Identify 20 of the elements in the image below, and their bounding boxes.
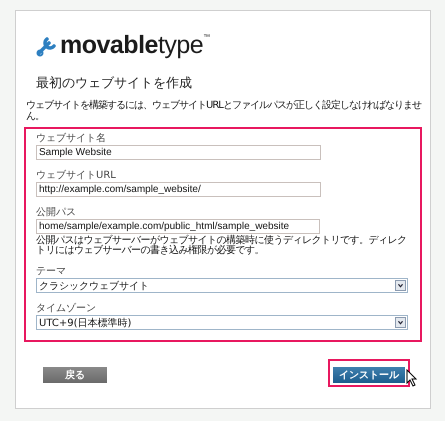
field-label: テーマ [36, 266, 67, 278]
caret-icon[interactable] [395, 280, 406, 291]
help-text: 公開パスはウェブサーバーがウェブサイトの構築時に使うディレクトリです。ディレクトリにはウェブサーバーの書き込み権限が必要です。 [36, 236, 408, 256]
back-button[interactable]: 戻る [43, 367, 107, 383]
input-field[interactable]: http://example.com/sample_website/ [36, 182, 321, 197]
install-button[interactable]: インストール [333, 367, 405, 383]
cursor-icon [406, 369, 418, 387]
input-field[interactable]: Sample Website [36, 145, 321, 160]
logo: movabletype$^{™}$ [60, 31, 210, 60]
field-label: 公開パス [36, 207, 77, 219]
select-field[interactable]: UTC+9(日本標準時) [36, 315, 408, 330]
field-label: ウェブサイトURL [36, 170, 117, 182]
intro-text: ウェブサイトを構築するには、ウェブサイトURLとファイルパスが正しく設定しなければなりません。 [26, 100, 422, 122]
field-label: タイムゾーン [36, 303, 97, 315]
caret-icon[interactable] [395, 317, 406, 328]
input-field[interactable]: home/sample/example.com/public_html/sample_website [36, 219, 320, 234]
field-label: ウェブサイト名 [36, 133, 107, 145]
page-title: 最初のウェブサイトを作成 [36, 75, 193, 92]
select-field[interactable]: クラシックウェブサイト [36, 278, 408, 293]
wrench-icon [36, 34, 58, 56]
